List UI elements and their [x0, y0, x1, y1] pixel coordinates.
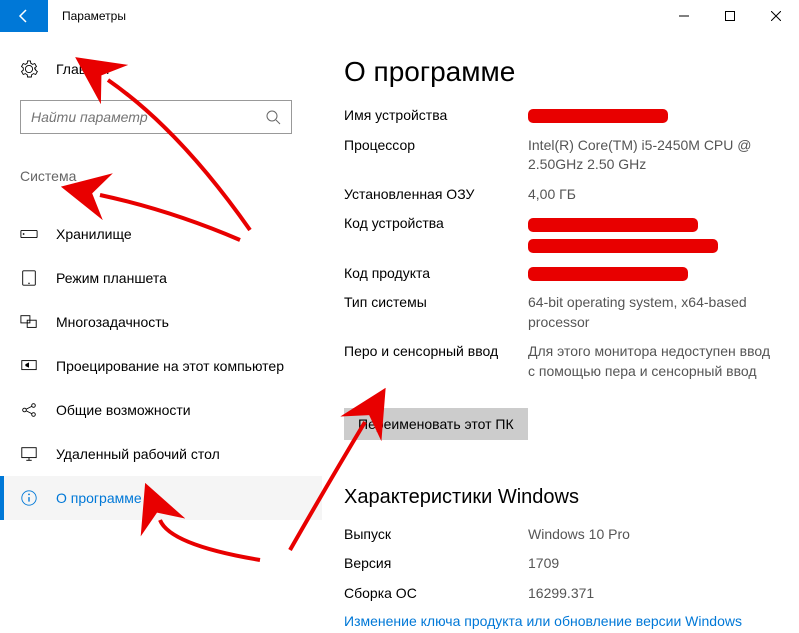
spec-pen: Перо и сенсорный ввод Для этого монитора…	[344, 342, 779, 381]
sidebar: Главная Система Хранилище Режим планшета…	[0, 32, 322, 633]
spec-label: Сборка ОС	[344, 584, 528, 604]
spec-label: Процессор	[344, 136, 528, 175]
spec-system-type: Тип системы 64-bit operating system, x64…	[344, 293, 779, 332]
spec-label: Тип системы	[344, 293, 528, 332]
storage-icon	[20, 225, 38, 243]
sidebar-item-label: Многозадачность	[56, 314, 169, 330]
nav-list: Хранилище Режим планшета Многозадачность…	[0, 212, 322, 520]
window-title: Параметры	[62, 9, 126, 23]
spec-label: Версия	[344, 554, 528, 574]
tablet-icon	[20, 269, 38, 287]
spec-version: Версия 1709	[344, 554, 779, 574]
spec-value-redacted	[528, 214, 779, 253]
sidebar-item-label: Проецирование на этот компьютер	[56, 358, 284, 374]
spec-label: Код устройства	[344, 214, 528, 253]
spec-value: 16299.371	[528, 584, 779, 604]
spec-value: 1709	[528, 554, 779, 574]
search-box[interactable]	[20, 100, 292, 134]
arrow-left-icon	[16, 8, 32, 24]
category-label: Система	[20, 168, 322, 184]
sidebar-item-shared[interactable]: Общие возможности	[0, 388, 322, 432]
spec-processor: Процессор Intel(R) Core(TM) i5-2450M CPU…	[344, 136, 779, 175]
back-button[interactable]	[0, 0, 48, 32]
spec-value: Windows 10 Pro	[528, 525, 779, 545]
home-label: Главная	[56, 61, 109, 77]
windows-specs-title: Характеристики Windows	[344, 486, 779, 509]
remote-icon	[20, 445, 38, 463]
spec-label: Код продукта	[344, 264, 528, 284]
close-icon	[771, 11, 781, 21]
sidebar-item-label: Общие возможности	[56, 402, 191, 418]
multitask-icon	[20, 313, 38, 331]
spec-value-redacted	[528, 264, 779, 284]
spec-ram: Установленная ОЗУ 4,00 ГБ	[344, 185, 779, 205]
page-title: О программе	[344, 56, 779, 88]
search-input[interactable]	[31, 109, 265, 125]
spec-value-redacted	[528, 106, 779, 126]
sidebar-item-about[interactable]: О программе	[0, 476, 322, 520]
maximize-icon	[725, 11, 735, 21]
spec-value: 4,00 ГБ	[528, 185, 779, 205]
sidebar-item-multitask[interactable]: Многозадачность	[0, 300, 322, 344]
rename-button[interactable]: Переименовать этот ПК	[344, 408, 528, 440]
shared-icon	[20, 401, 38, 419]
sidebar-item-label: Хранилище	[56, 226, 132, 242]
maximize-button[interactable]	[707, 0, 753, 32]
spec-label: Перо и сенсорный ввод	[344, 342, 528, 381]
close-button[interactable]	[753, 0, 799, 32]
info-icon	[20, 489, 38, 507]
spec-value: 64-bit operating system, x64-based proce…	[528, 293, 779, 332]
window-controls	[661, 0, 799, 32]
search-icon	[265, 109, 281, 125]
minimize-icon	[679, 11, 689, 21]
sidebar-item-storage[interactable]: Хранилище	[0, 212, 322, 256]
spec-label: Выпуск	[344, 525, 528, 545]
titlebar: Параметры	[0, 0, 799, 32]
spec-label: Имя устройства	[344, 106, 528, 126]
spec-value: Intel(R) Core(TM) i5-2450M CPU @ 2.50GHz…	[528, 136, 779, 175]
project-icon	[20, 357, 38, 375]
sidebar-item-tablet[interactable]: Режим планшета	[0, 256, 322, 300]
change-product-key-link[interactable]: Изменение ключа продукта или обновление …	[344, 613, 779, 629]
spec-edition: Выпуск Windows 10 Pro	[344, 525, 779, 545]
sidebar-item-projecting[interactable]: Проецирование на этот компьютер	[0, 344, 322, 388]
spec-device-id: Код устройства	[344, 214, 779, 253]
main: О программе Имя устройства Процессор Int…	[322, 32, 799, 633]
minimize-button[interactable]	[661, 0, 707, 32]
spec-product-id: Код продукта	[344, 264, 779, 284]
spec-build: Сборка ОС 16299.371	[344, 584, 779, 604]
sidebar-item-remote[interactable]: Удаленный рабочий стол	[0, 432, 322, 476]
spec-value: Для этого монитора недоступен ввод с пом…	[528, 342, 779, 381]
spec-label: Установленная ОЗУ	[344, 185, 528, 205]
sidebar-item-label: Режим планшета	[56, 270, 167, 286]
spec-device-name: Имя устройства	[344, 106, 779, 126]
home-link[interactable]: Главная	[0, 52, 322, 86]
gear-icon	[20, 60, 38, 78]
sidebar-item-label: Удаленный рабочий стол	[56, 446, 220, 462]
sidebar-item-label: О программе	[56, 490, 142, 506]
